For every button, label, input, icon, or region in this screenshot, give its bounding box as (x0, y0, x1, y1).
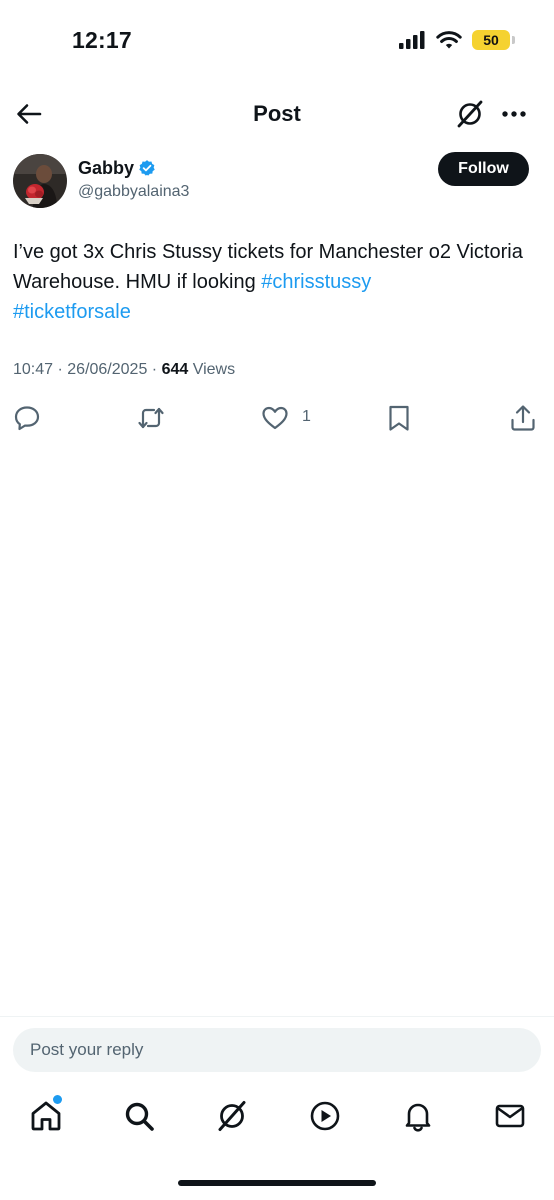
hashtag-link[interactable]: #ticketforsale (13, 301, 131, 323)
post-text: I’ve got 3x Chris Stussy tickets for Man… (13, 237, 533, 327)
meta-separator: · (53, 361, 68, 378)
notification-dot (53, 1095, 62, 1104)
heart-icon[interactable] (260, 403, 290, 433)
meta-separator: · (147, 361, 162, 378)
like-count: 1 (302, 408, 311, 425)
bell-icon[interactable] (401, 1099, 435, 1133)
share-icon[interactable] (508, 403, 538, 433)
post-time[interactable]: 10:47 (13, 361, 53, 378)
repost-icon[interactable] (136, 403, 166, 433)
cellular-signal-icon (399, 31, 425, 49)
search-icon[interactable] (122, 1099, 156, 1133)
reply-icon[interactable] (12, 403, 42, 433)
play-icon[interactable] (308, 1099, 342, 1133)
more-horizontal-icon[interactable] (499, 99, 529, 129)
follow-button[interactable]: Follow (438, 152, 529, 186)
battery-indicator: 50 (472, 30, 515, 50)
wifi-icon (436, 30, 462, 48)
mail-icon[interactable] (493, 1099, 527, 1133)
status-icons: 50 (398, 30, 515, 50)
home-indicator (178, 1180, 376, 1186)
post-date[interactable]: 26/06/2025 (67, 361, 147, 378)
views-count: 644 (161, 361, 189, 378)
status-time: 12:17 (72, 27, 132, 53)
bookmark-icon[interactable] (384, 403, 414, 433)
post-meta: 10:47 · 26/06/2025 · 644 Views (13, 361, 235, 379)
grok-icon[interactable] (455, 99, 485, 129)
author-name[interactable]: Gabby (78, 158, 134, 179)
home-icon[interactable] (29, 1099, 63, 1133)
reply-input[interactable] (13, 1028, 541, 1072)
views-label: Views (188, 361, 236, 378)
hashtag-link[interactable]: #chrisstussy (261, 271, 371, 293)
author-handle[interactable]: @gabbyalaina3 (78, 183, 189, 201)
verified-badge-icon (139, 160, 155, 176)
avatar[interactable] (13, 154, 67, 208)
reply-divider (0, 1016, 554, 1017)
grok-icon[interactable] (215, 1099, 249, 1133)
